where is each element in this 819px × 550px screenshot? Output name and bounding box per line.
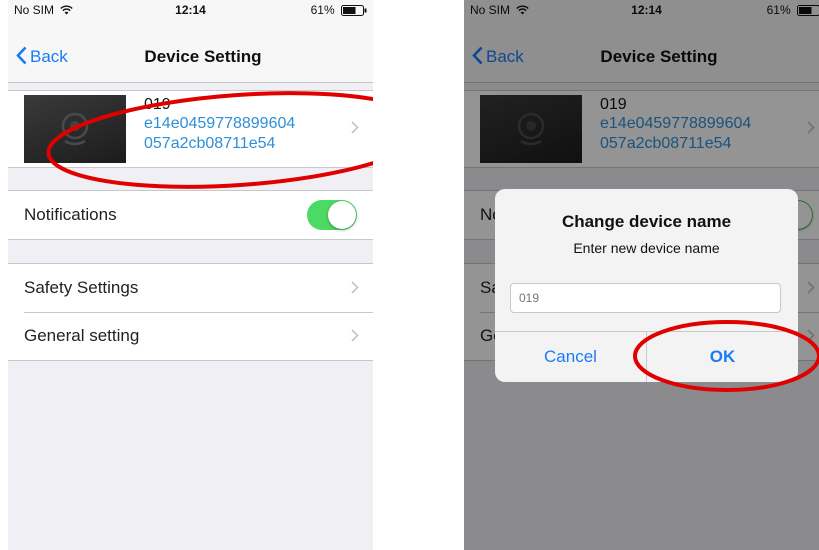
device-name-input[interactable] (510, 283, 781, 313)
rename-device-screen: No SIM 12:14 61% Back Device Setting 019… (464, 0, 819, 550)
battery-icon (341, 5, 367, 16)
device-setting-screen: No SIM 12:14 61% Back Device Setting 019… (8, 0, 373, 550)
camera-icon (61, 112, 89, 146)
device-name: 019 (144, 96, 171, 113)
dialog-title: Change device name (561, 212, 732, 231)
settings-group: Safety Settings General setting (8, 263, 373, 361)
ok-button[interactable]: OK (647, 332, 798, 382)
dialog-message: Enter new device name (573, 240, 720, 256)
notifications-label: Notifications (24, 205, 117, 224)
navigation-bar: Back Device Setting (8, 20, 373, 83)
notifications-row: Notifications (8, 190, 373, 240)
device-id: e14e0459778899604 057a2cb08711e54 (144, 114, 295, 154)
notifications-toggle[interactable] (307, 200, 357, 230)
device-thumbnail (24, 95, 126, 163)
safety-settings-row[interactable]: Safety Settings (8, 264, 373, 312)
chevron-right-icon (351, 281, 359, 294)
device-id-line: 057a2cb08711e54 (144, 135, 276, 152)
page-title: Device Setting (144, 47, 262, 66)
device-id-line: e14e0459778899604 (144, 115, 296, 132)
status-bar: No SIM 12:14 61% (8, 0, 373, 20)
toggle-knob (328, 201, 356, 229)
general-setting-label: General setting (24, 326, 140, 345)
safety-settings-label: Safety Settings (24, 278, 139, 297)
device-row[interactable]: 019 e14e0459778899604 057a2cb08711e54 (8, 90, 373, 168)
battery-percent: 61% (310, 3, 335, 17)
chevron-right-icon (351, 121, 359, 134)
chevron-right-icon (351, 329, 359, 342)
change-name-dialog: Change device name Enter new device name… (495, 189, 798, 382)
general-setting-row[interactable]: General setting (8, 312, 373, 360)
cancel-button[interactable]: Cancel (495, 332, 646, 382)
